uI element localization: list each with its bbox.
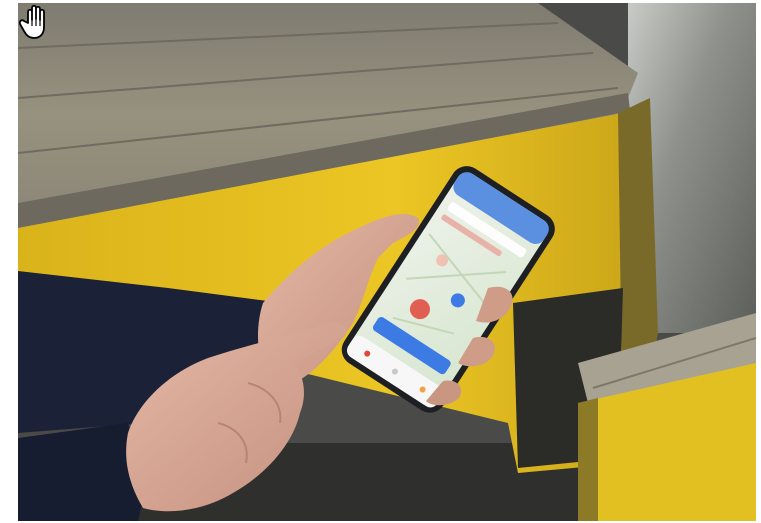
hand-cursor-icon bbox=[18, 4, 45, 39]
photo bbox=[18, 3, 756, 521]
photo-scene bbox=[18, 3, 756, 521]
